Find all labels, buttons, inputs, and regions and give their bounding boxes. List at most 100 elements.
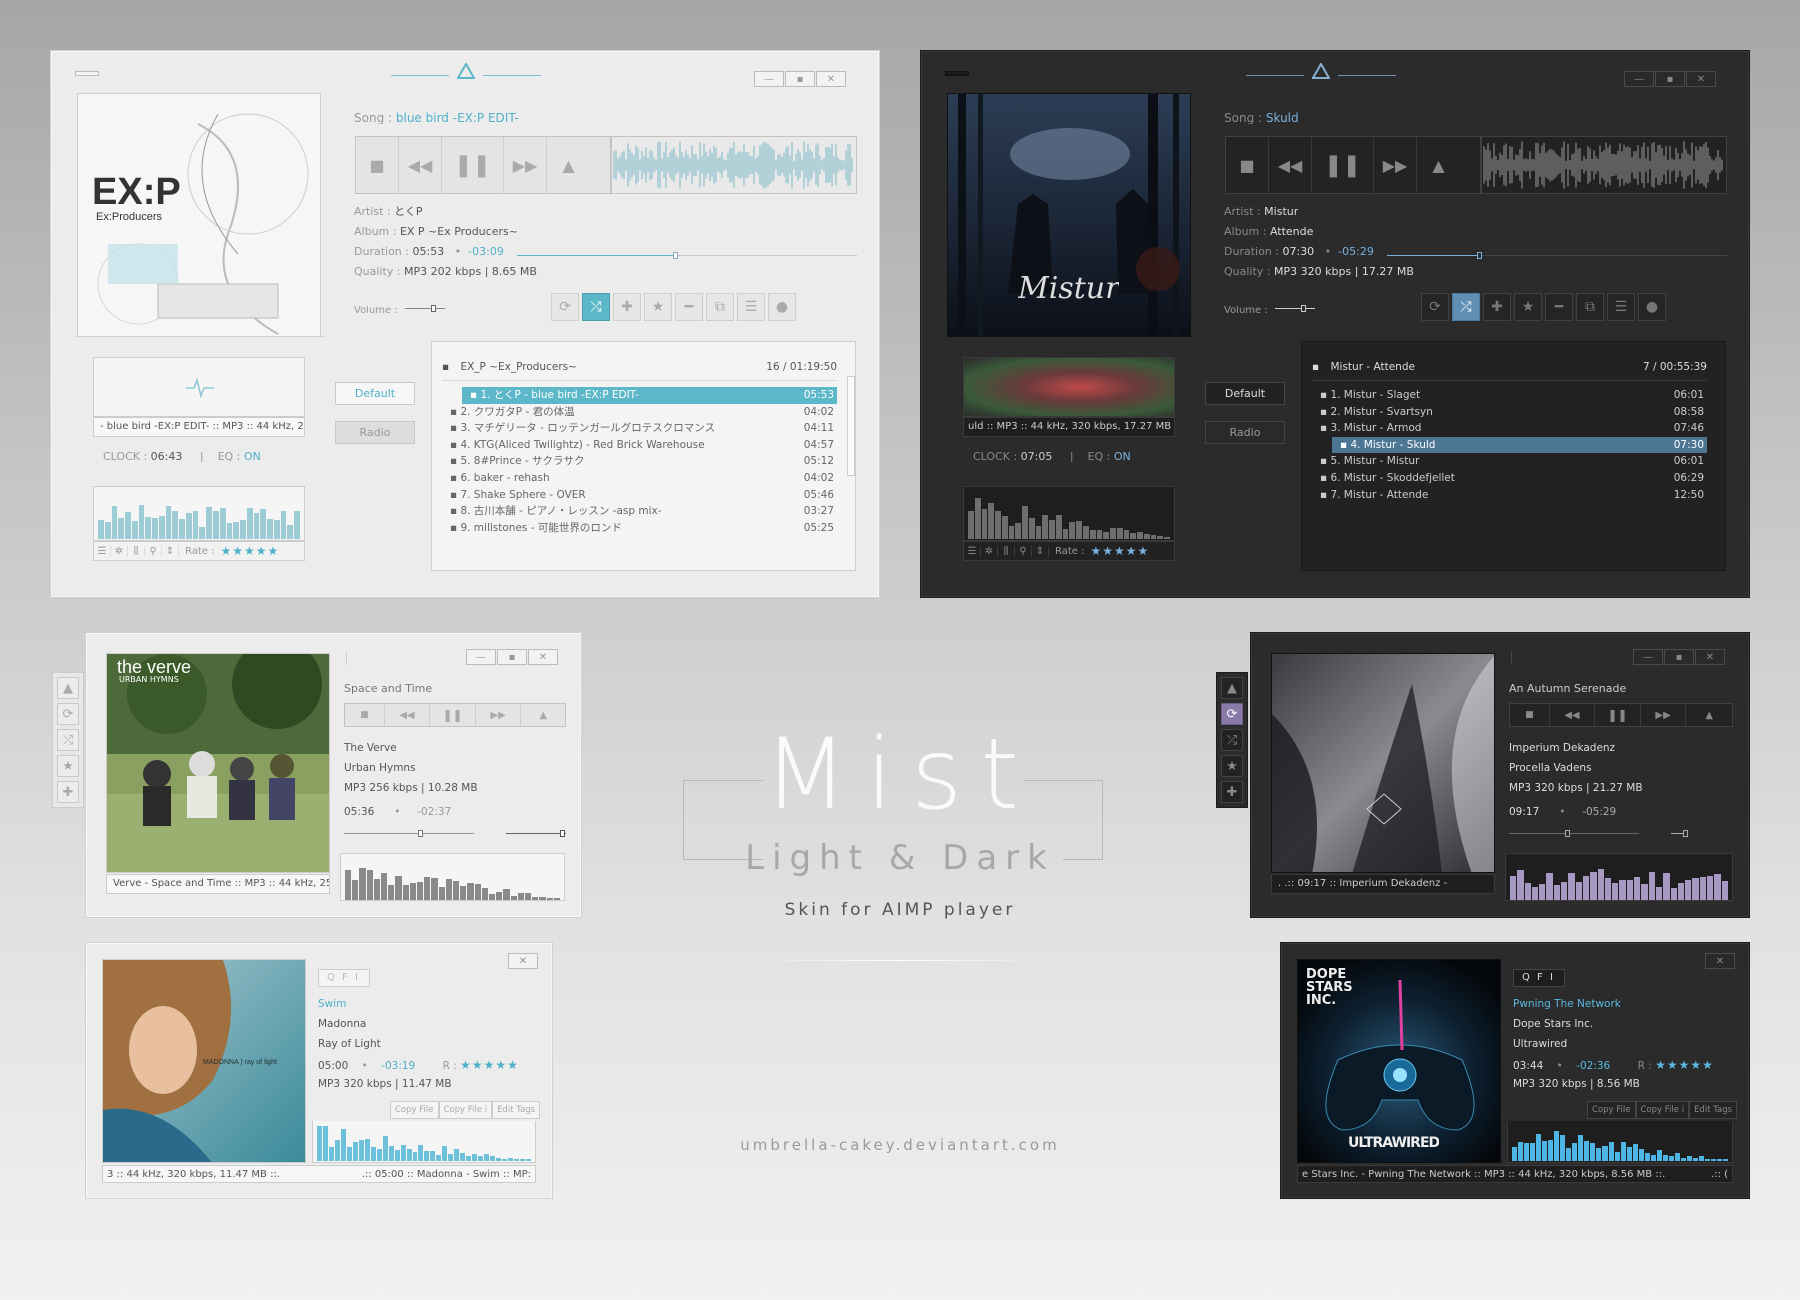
repeat-icon[interactable]: ⟳ <box>57 703 79 725</box>
maximize-button[interactable]: ▪ <box>1655 71 1685 87</box>
shuffle-icon[interactable]: ⤮ <box>57 729 79 751</box>
menu-icon[interactable]: ☰ <box>964 545 981 557</box>
prev-button[interactable]: ◀◀ <box>399 137 442 193</box>
close-button[interactable]: ✕ <box>528 649 558 665</box>
waveform-seekbar[interactable] <box>611 136 857 194</box>
minimize-button[interactable]: — <box>1633 649 1663 665</box>
pause-button[interactable]: ❚❚ <box>430 704 476 726</box>
close-button[interactable]: ✕ <box>1695 649 1725 665</box>
minimize-button[interactable]: — <box>466 649 496 665</box>
volume-slider[interactable] <box>1671 829 1733 838</box>
window-icon[interactable]: ⧉ <box>1576 293 1604 321</box>
minimize-button[interactable]: — <box>1624 71 1654 87</box>
eject-icon[interactable]: ▲ <box>1221 677 1243 699</box>
repeat-icon[interactable]: ⟳ <box>1421 293 1449 321</box>
stop-button[interactable]: ■ <box>356 137 399 193</box>
eq-value[interactable]: ON <box>244 451 261 462</box>
prev-button[interactable]: ◀◀ <box>1550 704 1596 726</box>
prev-button[interactable]: ◀◀ <box>385 704 431 726</box>
maximize-button[interactable]: ▪ <box>497 649 527 665</box>
search-icon[interactable]: ⚲ <box>145 545 162 557</box>
eject-button[interactable]: ▲ <box>1686 704 1732 726</box>
equalizer-icon[interactable]: ⫼ <box>998 545 1015 557</box>
record-icon[interactable]: ● <box>1638 293 1666 321</box>
next-button[interactable]: ▶▶ <box>1374 137 1417 193</box>
playlist-row[interactable]: ▪ 4. KTG(Aliced Twilightz) - Red Brick W… <box>442 437 837 454</box>
repeat-icon[interactable]: ⟳ <box>1221 703 1243 725</box>
playlist-row[interactable]: ▪ 8. 古川本舗 - ピアノ・レッスン -asp mix- 03:27 <box>442 503 837 520</box>
remove-icon[interactable]: ━ <box>1545 293 1573 321</box>
sort-icon[interactable]: ⇕ <box>1032 545 1049 557</box>
eject-button[interactable]: ▲ <box>521 704 565 726</box>
playlist-row[interactable]: ▪ 3. マチゲリータ - ロッテンガールグロテスクロマンス 04:11 <box>442 420 837 437</box>
add-icon[interactable]: ✚ <box>1483 293 1511 321</box>
star-icon[interactable]: ★ <box>1514 293 1542 321</box>
add-icon[interactable]: ✚ <box>57 781 79 803</box>
add-icon[interactable]: ✚ <box>1221 781 1243 803</box>
menu-icon[interactable]: ☰ <box>94 545 111 557</box>
eject-button[interactable]: ▲ <box>547 137 590 193</box>
sort-icon[interactable]: ⇕ <box>162 545 179 557</box>
next-button[interactable]: ▶▶ <box>504 137 547 193</box>
star-icon[interactable]: ★ <box>57 755 79 777</box>
playlist-row[interactable]: ▪ 7. Shake Sphere - OVER 05:46 <box>442 487 837 504</box>
position-slider[interactable] <box>1387 251 1727 260</box>
stop-button[interactable]: ■ <box>1226 137 1269 193</box>
star-icon[interactable]: ★ <box>644 293 672 321</box>
radio-button[interactable]: Radio <box>335 421 415 444</box>
maximize-button[interactable]: ▪ <box>1664 649 1694 665</box>
pause-button[interactable]: ❚❚ <box>1312 137 1374 193</box>
waveform-seekbar[interactable] <box>1481 136 1727 194</box>
playlist-row[interactable]: ▪ 4. Mistur - Skuld 07:30 <box>1332 436 1707 454</box>
maximize-button[interactable]: ▪ <box>785 71 815 87</box>
next-button[interactable]: ▶▶ <box>1641 704 1687 726</box>
copy-file-info-button[interactable]: Copy File i <box>1635 1101 1690 1119</box>
playlist-row[interactable]: ▪ 3. Mistur - Armod 07:46 <box>1312 420 1707 437</box>
remove-icon[interactable]: ━ <box>675 293 703 321</box>
repeat-icon[interactable]: ⟳ <box>551 293 579 321</box>
playlist-row[interactable]: ▪ 5. Mistur - Mistur 06:01 <box>1312 453 1707 470</box>
prev-button[interactable]: ◀◀ <box>1269 137 1312 193</box>
pause-button[interactable]: ❚❚ <box>1595 704 1641 726</box>
edit-tags-button[interactable]: Edit Tags <box>492 1101 541 1119</box>
volume-slider[interactable] <box>405 304 445 313</box>
copy-file-button[interactable]: Copy File <box>390 1101 439 1119</box>
rating-stars[interactable]: ★★★★★ <box>460 1059 519 1072</box>
copy-file-info-button[interactable]: Copy File i <box>438 1101 493 1119</box>
playlist-row[interactable]: ▪ 2. Mistur - Svartsyn 08:58 <box>1312 404 1707 421</box>
close-button[interactable]: ✕ <box>1686 71 1716 87</box>
playlist-row[interactable]: ▪ 5. 8#Prince - サクラサク 05:12 <box>442 453 837 470</box>
next-button[interactable]: ▶▶ <box>476 704 522 726</box>
default-button[interactable]: Default <box>1205 382 1285 405</box>
close-button[interactable]: ✕ <box>508 953 538 969</box>
list-icon[interactable]: ☰ <box>1607 293 1635 321</box>
default-button[interactable]: Default <box>335 382 415 405</box>
stop-button[interactable]: ■ <box>1510 704 1550 726</box>
stop-button[interactable]: ■ <box>345 704 385 726</box>
volume-slider[interactable] <box>506 829 566 838</box>
rating-stars[interactable]: ★★★★★ <box>220 544 279 558</box>
playlist-row[interactable]: ▪ 6. baker - rehash 04:02 <box>442 470 837 487</box>
search-icon[interactable]: ⚲ <box>1015 545 1032 557</box>
eq-value[interactable]: ON <box>1114 451 1131 462</box>
list-icon[interactable]: ☰ <box>737 293 765 321</box>
mini-button[interactable] <box>945 71 969 76</box>
settings-icon[interactable]: ✲ <box>111 545 128 557</box>
mini-button[interactable] <box>75 71 99 76</box>
playlist-row[interactable]: ▪ 1. Mistur - Slaget 06:01 <box>1312 387 1707 404</box>
equalizer-icon[interactable]: ⫼ <box>128 545 145 557</box>
playlist-row[interactable]: ▪ 7. Mistur - Attende 12:50 <box>1312 487 1707 504</box>
window-icon[interactable]: ⧉ <box>706 293 734 321</box>
edit-tags-button[interactable]: Edit Tags <box>1689 1101 1738 1119</box>
pause-button[interactable]: ❚❚ <box>442 137 504 193</box>
minimize-button[interactable]: — <box>754 71 784 87</box>
copy-file-button[interactable]: Copy File <box>1587 1101 1636 1119</box>
volume-slider[interactable] <box>1275 304 1315 313</box>
eject-icon[interactable]: ▲ <box>57 677 79 699</box>
position-slider[interactable] <box>517 251 857 260</box>
position-slider[interactable] <box>344 829 474 838</box>
record-icon[interactable]: ● <box>768 293 796 321</box>
playlist-row[interactable]: ▪ 6. Mistur - Skoddefjellet 06:29 <box>1312 470 1707 487</box>
eject-button[interactable]: ▲ <box>1417 137 1460 193</box>
rating-stars[interactable]: ★★★★★ <box>1655 1059 1714 1072</box>
